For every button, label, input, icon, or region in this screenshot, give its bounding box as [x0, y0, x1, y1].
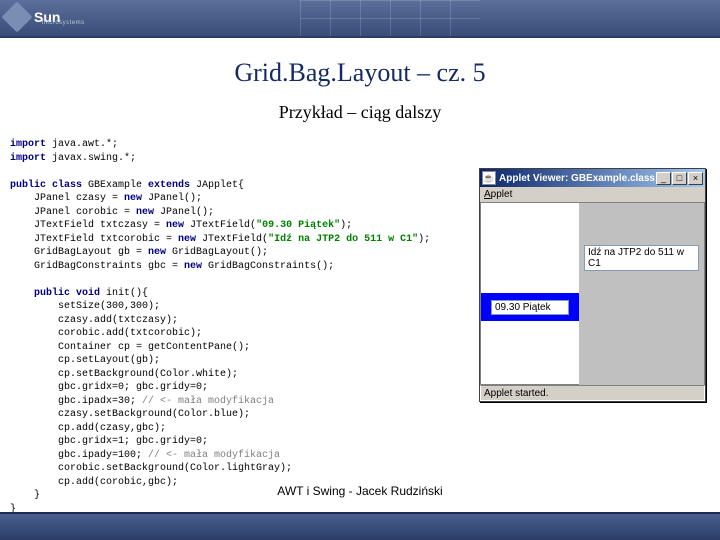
textfield-czasy[interactable]: 09.30 Piątek [491, 300, 569, 315]
code-text: gbc.ipady=100; [10, 450, 148, 461]
window-menubar: Applet [480, 187, 705, 203]
code-kw: new [178, 234, 202, 245]
code-text: cp.add(czasy,gbc); [10, 423, 166, 434]
code-text: init(){ [106, 288, 148, 299]
code-text: czasy.add(txtczasy); [10, 315, 178, 326]
code-text: javax.swing.*; [46, 153, 136, 164]
code-text: java.awt.*; [46, 139, 118, 150]
content-area: import java.awt.*; import javax.swing.*;… [10, 138, 710, 470]
code-kw: new [148, 247, 172, 258]
code-comment: // <- mała modyfikacja [142, 396, 274, 407]
code-str: "Idź na JTP2 do 511 w C1" [268, 234, 418, 245]
slide-title: Grid.Bag.Layout – cz. 5 [0, 58, 720, 88]
code-text: JTextField txtczasy = [10, 220, 166, 231]
panel-czasy: 09.30 Piątek [481, 293, 579, 321]
slide-footer-text: AWT i Swing - Jacek Rudziński [0, 484, 720, 498]
code-kw: new [184, 261, 208, 272]
code-text: JPanel(); [148, 193, 202, 204]
code-kw: public class [10, 180, 88, 191]
window-titlebar[interactable]: ☕ Applet Viewer: GBExample.class _ □ × [480, 169, 705, 187]
code-text: JApplet{ [196, 180, 244, 191]
code-text: cp.setLayout(gb); [10, 355, 160, 366]
window-buttons: _ □ × [656, 172, 703, 185]
code-kw: new [166, 220, 190, 231]
code-text: JTextField( [190, 220, 256, 231]
code-text: JTextField( [202, 234, 268, 245]
code-text: JPanel(); [160, 207, 214, 218]
code-text: GridBagConstraints(); [208, 261, 334, 272]
close-button[interactable]: × [688, 172, 703, 185]
code-text: JPanel czasy = [10, 193, 124, 204]
code-kw: new [124, 193, 148, 204]
window-title: Applet Viewer: GBExample.class [499, 173, 656, 184]
code-kw: extends [148, 180, 196, 191]
code-text: GridBagConstraints gbc = [10, 261, 184, 272]
panel-corobic: Idź na JTP2 do 511 w C1 [579, 203, 704, 385]
header-grid-decoration [300, 0, 480, 36]
code-text: setSize(300,300); [10, 301, 160, 312]
code-text: Container cp = getContentPane(); [10, 342, 250, 353]
code-text: cp.setBackground(Color.white); [10, 369, 238, 380]
code-text: corobic.add(txtcorobic); [10, 328, 202, 339]
code-text: JPanel corobic = [10, 207, 136, 218]
maximize-button[interactable]: □ [672, 172, 687, 185]
code-text: gbc.gridx=1; gbc.gridy=0; [10, 436, 208, 447]
slide-header: Sun microsystems [0, 0, 720, 36]
code-kw: public void [10, 288, 106, 299]
menu-applet[interactable]: Applet [484, 189, 512, 200]
applet-viewer-window: ☕ Applet Viewer: GBExample.class _ □ × A… [479, 168, 706, 402]
code-text: gbc.ipadx=30; [10, 396, 142, 407]
code-text: gbc.gridx=0; gbc.gridy=0; [10, 382, 208, 393]
code-kw: import [10, 139, 46, 150]
minimize-button[interactable]: _ [656, 172, 671, 185]
slide-subtitle: Przykład – ciąg dalszy [0, 102, 720, 123]
code-comment: // <- mała modyfikacja [148, 450, 280, 461]
code-text: GridBagLayout(); [172, 247, 268, 258]
code-text: corobic.setBackground(Color.lightGray); [10, 463, 292, 474]
sun-logo: Sun microsystems [6, 2, 76, 32]
sun-logo-mark [1, 1, 32, 32]
code-text: GridBagLayout gb = [10, 247, 148, 258]
code-text: ); [418, 234, 430, 245]
textfield-corobic[interactable]: Idź na JTP2 do 511 w C1 [584, 245, 699, 271]
sun-logo-subtext: microsystems [42, 20, 85, 26]
code-text: ); [340, 220, 352, 231]
java-cup-icon: ☕ [482, 171, 496, 185]
code-text: GBExample [88, 180, 148, 191]
slide-footer-bar [0, 514, 720, 540]
code-text: czasy.setBackground(Color.blue); [10, 409, 250, 420]
code-kw: import [10, 153, 46, 164]
applet-content-pane: 09.30 Piątek Idź na JTP2 do 511 w C1 [480, 203, 705, 385]
code-str: "09.30 Piątek" [256, 220, 340, 231]
code-text: JTextField txtcorobic = [10, 234, 178, 245]
code-kw: new [136, 207, 160, 218]
header-divider [0, 36, 720, 38]
window-statusbar: Applet started. [480, 385, 705, 401]
